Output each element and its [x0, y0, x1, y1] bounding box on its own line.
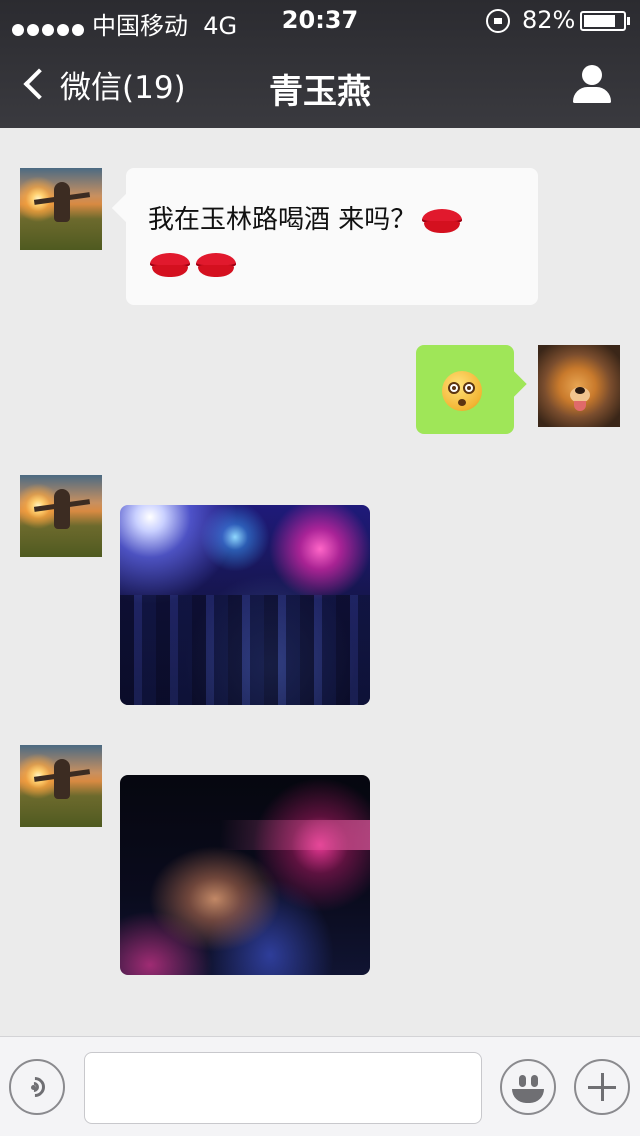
image-message-nightclub-crowd[interactable] [120, 505, 370, 705]
battery-percent: 82% [522, 6, 576, 34]
top-bar: 中国移动 4G 20:37 82% 微信(19) 青玉燕 [0, 0, 640, 128]
person-icon [582, 65, 602, 85]
battery-fill [584, 15, 615, 27]
self-avatar[interactable] [538, 345, 620, 427]
incoming-text-bubble[interactable]: 我在玉林路喝酒 来吗？ [126, 168, 538, 305]
contact-profile-button[interactable] [570, 62, 614, 106]
contact-avatar[interactable] [20, 745, 102, 827]
more-options-button[interactable] [574, 1059, 630, 1115]
emoji-button[interactable] [500, 1059, 556, 1115]
lips-icon [196, 252, 236, 277]
battery-tip [627, 17, 630, 25]
contact-avatar[interactable] [20, 168, 102, 250]
smiley-icon [506, 1065, 550, 1109]
message-text: 我在玉林路喝酒 来吗？ [148, 205, 417, 235]
message-input[interactable] [84, 1052, 482, 1124]
input-bar [0, 1036, 640, 1136]
battery-icon [580, 11, 626, 31]
outgoing-emoji-bubble[interactable] [416, 345, 514, 434]
contact-avatar[interactable] [20, 475, 102, 557]
image-message-nightclub-dancer[interactable] [120, 775, 370, 975]
chat-title: 青玉燕 [269, 72, 371, 112]
rotation-lock-icon [486, 9, 510, 33]
nav-bar: 微信(19) 青玉燕 [0, 40, 640, 128]
lips-icon [150, 252, 190, 277]
status-bar: 中国移动 4G 20:37 82% [0, 0, 640, 40]
lips-icon [422, 208, 463, 233]
dizzy-face-icon [442, 371, 482, 411]
voice-input-button[interactable] [9, 1059, 65, 1115]
